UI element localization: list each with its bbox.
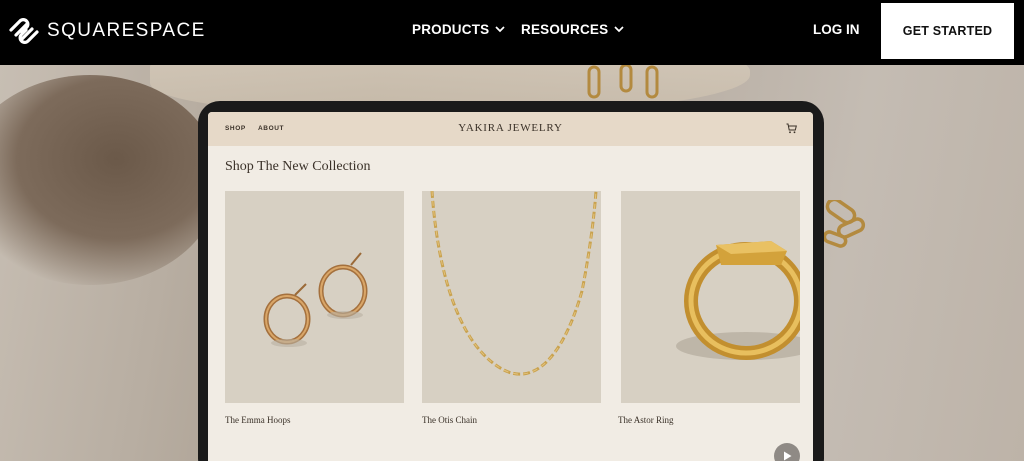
- get-started-button[interactable]: GET STARTED: [881, 3, 1014, 59]
- nav-products[interactable]: PRODUCTS: [412, 22, 505, 37]
- play-button[interactable]: [774, 443, 800, 461]
- hero-chain-right-image: [822, 200, 866, 248]
- squarespace-logo-icon: [9, 18, 39, 44]
- product-name-astor-ring[interactable]: The Astor Ring: [618, 415, 674, 425]
- top-navigation-bar: SQUARESPACE PRODUCTS RESOURCES LOG IN GE…: [0, 0, 1024, 65]
- site-title: YAKIRA JEWELRY: [458, 122, 563, 134]
- collection-title: Shop The New Collection: [225, 159, 371, 174]
- signet-ring-image: [676, 241, 800, 360]
- nav-products-label: PRODUCTS: [412, 22, 490, 37]
- product-image-emma-hoops[interactable]: [225, 191, 404, 403]
- squarespace-logo[interactable]: SQUARESPACE: [8, 17, 206, 45]
- hoop-earrings-image: [263, 252, 368, 347]
- brand-name: SQUARESPACE: [47, 20, 206, 41]
- cart-icon[interactable]: [786, 123, 797, 134]
- site-header: SHOP ABOUT YAKIRA JEWELRY: [208, 112, 813, 146]
- product-name-otis-chain[interactable]: The Otis Chain: [422, 415, 477, 425]
- login-link[interactable]: LOG IN: [813, 22, 860, 37]
- product-image-astor-ring[interactable]: [621, 191, 800, 403]
- tablet-device-frame: SHOP ABOUT YAKIRA JEWELRY Shop The New C…: [198, 101, 824, 461]
- chain-necklace-image: [430, 191, 598, 376]
- play-icon: [784, 451, 792, 461]
- nav-resources-label: RESOURCES: [521, 22, 609, 37]
- nav-resources[interactable]: RESOURCES: [521, 22, 624, 37]
- chevron-down-icon: [495, 26, 505, 33]
- hero-chain-top-image: [587, 65, 659, 99]
- chevron-down-icon: [614, 26, 624, 33]
- product-name-emma-hoops[interactable]: The Emma Hoops: [225, 415, 291, 425]
- hero-shadow: [0, 75, 220, 285]
- product-image-otis-chain[interactable]: [422, 191, 601, 403]
- website-preview: SHOP ABOUT YAKIRA JEWELRY Shop The New C…: [208, 112, 813, 461]
